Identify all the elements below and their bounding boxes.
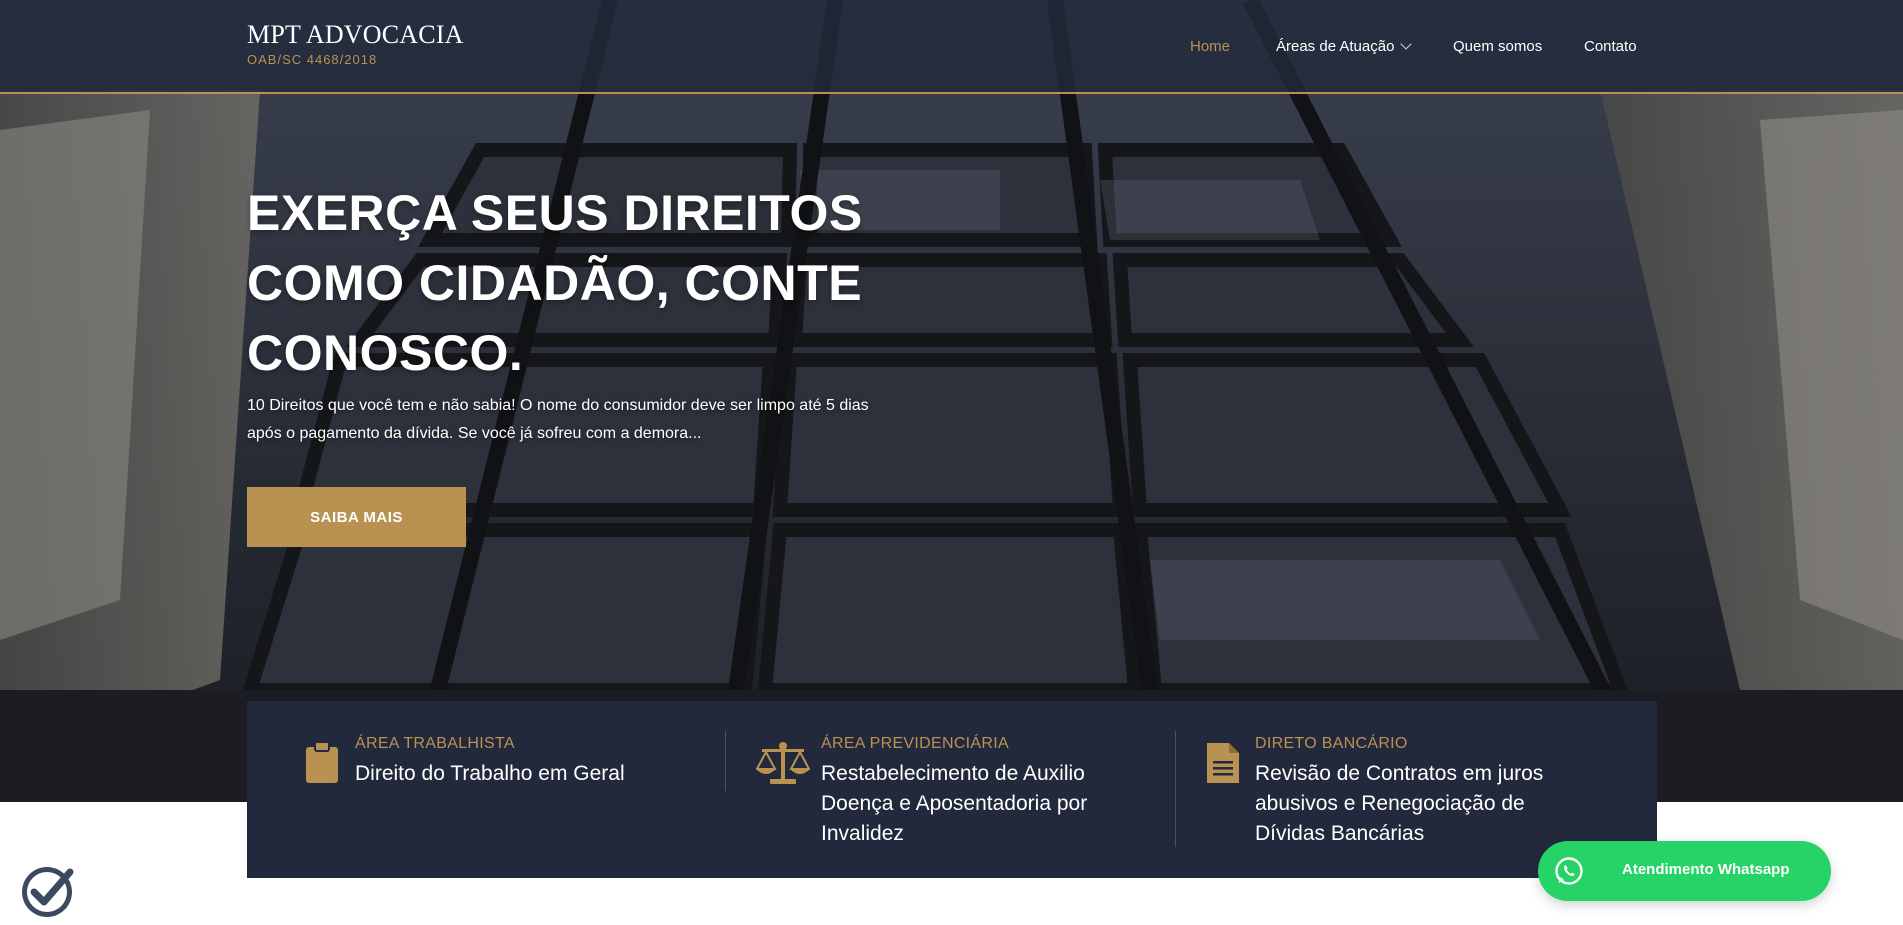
site-header: MPT ADVOCACIA OAB/SC 4468/2018 Home Área… xyxy=(0,0,1903,94)
document-icon xyxy=(1207,743,1239,783)
feature-title: Direito do Trabalho em Geral xyxy=(355,762,625,785)
nav-item-home[interactable]: Home xyxy=(1190,38,1230,55)
feature-text: ÁREA PREVIDENCIÁRIA Restabelecimento de … xyxy=(821,735,1121,849)
verified-check-icon[interactable] xyxy=(20,862,78,918)
main-nav: Home Áreas de Atuação Quem somos Contato xyxy=(0,38,1903,60)
feature-category: DIRETO BANCÁRIO xyxy=(1255,735,1408,752)
clipboard-icon xyxy=(306,741,338,783)
nav-item-label: Contato xyxy=(1584,38,1637,55)
nav-item-label: Áreas de Atuação xyxy=(1276,38,1395,55)
feature-text: DIRETO BANCÁRIO Revisão de Contratos em … xyxy=(1255,735,1575,849)
feature-category: ÁREA PREVIDENCIÁRIA xyxy=(821,735,1009,752)
feature-category: ÁREA TRABALHISTA xyxy=(355,735,515,752)
feature-divider xyxy=(1175,731,1176,847)
hero-section: MPT ADVOCACIA OAB/SC 4468/2018 Home Área… xyxy=(0,0,1903,802)
feature-title: Restabelecimento de Auxilio Doença e Apo… xyxy=(821,762,1088,845)
feature-divider xyxy=(725,731,726,791)
chevron-down-icon xyxy=(1400,38,1413,50)
nav-item-label: Quem somos xyxy=(1453,38,1543,55)
nav-item-label: Home xyxy=(1190,38,1231,55)
nav-item-quem-somos[interactable]: Quem somos xyxy=(1453,38,1542,55)
feature-title: Revisão de Contratos em juros abusivos e… xyxy=(1255,762,1544,845)
nav-item-contato[interactable]: Contato xyxy=(1584,38,1637,55)
saiba-mais-button[interactable]: SAIBA MAIS xyxy=(247,487,466,547)
whatsapp-icon xyxy=(1555,857,1583,885)
hero-title: EXERÇA SEUS DIREITOS COMO CIDADÃO, CONTE… xyxy=(247,185,863,381)
practice-areas-bar: ÁREA TRABALHISTA Direito do Trabalho em … xyxy=(247,701,1657,878)
feature-text: ÁREA TRABALHISTA Direito do Trabalho em … xyxy=(355,735,655,789)
balance-scale-icon xyxy=(756,742,810,784)
whatsapp-label: Atendimento Whatsapp xyxy=(1622,861,1790,878)
whatsapp-button[interactable]: Atendimento Whatsapp xyxy=(1538,841,1831,901)
hero-description: 10 Direitos que você tem e não sabia! O … xyxy=(247,397,869,442)
nav-item-areas[interactable]: Áreas de Atuação xyxy=(1276,38,1413,55)
